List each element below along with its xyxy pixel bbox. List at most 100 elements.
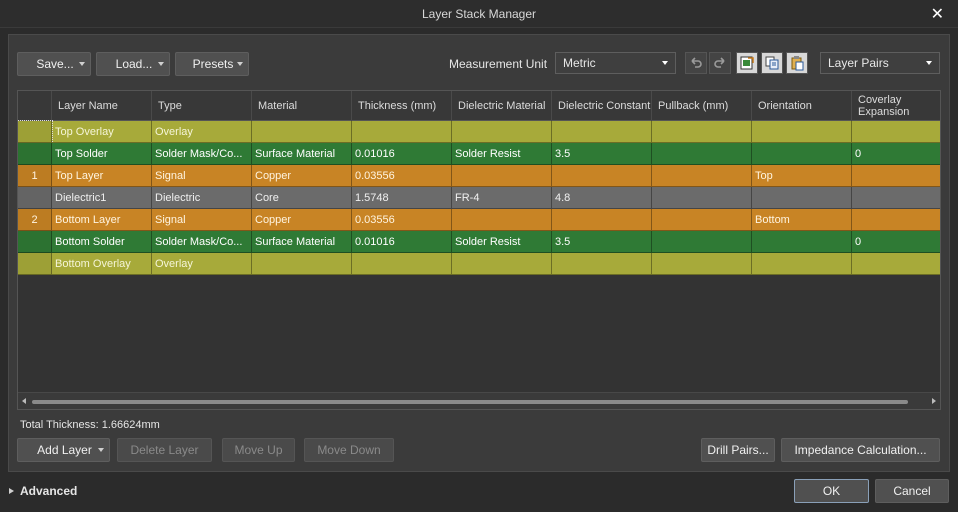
cell-coverlay-expansion[interactable] — [852, 187, 940, 209]
cell-index[interactable] — [18, 253, 52, 275]
cell-pullback[interactable] — [652, 253, 752, 275]
cell-orientation[interactable] — [752, 187, 852, 209]
column-header-material[interactable]: Material — [252, 91, 352, 121]
table-row[interactable]: Top Overlay Overlay — [18, 120, 940, 144]
cell-dielectric-material[interactable] — [452, 121, 552, 143]
cell-pullback[interactable] — [652, 121, 752, 143]
cell-thickness[interactable]: 0.03556 — [352, 165, 452, 187]
cell-material[interactable]: Surface Material — [252, 231, 352, 253]
drill-pairs-button[interactable]: Drill Pairs... — [701, 438, 775, 462]
cell-index[interactable] — [18, 143, 52, 165]
table-row[interactable]: Bottom Solder Solder Mask/Co... Surface Ma… — [18, 231, 940, 253]
cell-index[interactable]: 2 — [18, 209, 52, 231]
cell-orientation[interactable]: Bottom — [752, 209, 852, 231]
cell-thickness[interactable]: 0.01016 — [352, 143, 452, 165]
export-icon[interactable] — [736, 52, 758, 74]
move-down-button[interactable]: Move Down — [304, 438, 394, 462]
table-row[interactable]: Top Solder Solder Mask/Co... Surface Mater… — [18, 143, 940, 165]
cell-dielectric-constant[interactable] — [552, 209, 652, 231]
cell-thickness[interactable] — [352, 121, 452, 143]
ok-button[interactable]: OK — [794, 479, 869, 503]
cell-thickness[interactable]: 1.5748 — [352, 187, 452, 209]
cell-pullback[interactable] — [652, 143, 752, 165]
close-icon[interactable]: ✕ — [931, 4, 944, 24]
cell-orientation[interactable] — [752, 121, 852, 143]
cell-material[interactable] — [252, 253, 352, 275]
paste-icon[interactable] — [786, 52, 808, 74]
column-header-coverlay-expansion[interactable]: Coverlay Expansion — [852, 91, 940, 121]
cell-pullback[interactable] — [652, 209, 752, 231]
column-header-dielectric-constant[interactable]: Dielectric Constant — [552, 91, 652, 121]
cell-index[interactable] — [18, 187, 52, 209]
view-mode-select[interactable]: Layer Pairs — [820, 52, 940, 74]
column-header-thickness[interactable]: Thickness (mm) — [352, 91, 452, 121]
cell-orientation[interactable]: Top — [752, 165, 852, 187]
cell-coverlay-expansion[interactable] — [852, 121, 940, 143]
column-header-type[interactable]: Type — [152, 91, 252, 121]
cell-coverlay-expansion[interactable]: 0 — [852, 143, 940, 165]
cell-layer-name[interactable]: Top Overlay — [52, 121, 152, 143]
cell-dielectric-material[interactable] — [452, 253, 552, 275]
cell-layer-name[interactable]: Dielectric1 — [52, 187, 152, 209]
cell-index[interactable]: 1 — [18, 165, 52, 187]
cell-type[interactable]: Overlay — [152, 121, 252, 143]
cell-coverlay-expansion[interactable] — [852, 209, 940, 231]
horizontal-scrollbar[interactable] — [18, 392, 940, 409]
scroll-right-icon[interactable] — [932, 398, 936, 404]
cell-orientation[interactable] — [752, 143, 852, 165]
table-row[interactable]: 2 Bottom Layer Signal Copper 0.03556 Bottom — [18, 209, 940, 231]
cell-dielectric-constant[interactable]: 3.5 — [552, 231, 652, 253]
cell-thickness[interactable] — [352, 253, 452, 275]
cell-type[interactable]: Signal — [152, 165, 252, 187]
table-row[interactable]: 1 Top Layer Signal Copper 0.03556 Top — [18, 165, 940, 187]
layer-stack-table[interactable]: Layer Name Type Material Thickness (mm) … — [17, 90, 941, 410]
cell-dielectric-constant[interactable] — [552, 165, 652, 187]
cell-material[interactable] — [252, 121, 352, 143]
cell-coverlay-expansion[interactable]: 0 — [852, 231, 940, 253]
copy-icon[interactable] — [761, 52, 783, 74]
cell-dielectric-constant[interactable] — [552, 253, 652, 275]
move-up-button[interactable]: Move Up — [222, 438, 295, 462]
cell-dielectric-material[interactable]: FR-4 — [452, 187, 552, 209]
cell-pullback[interactable] — [652, 231, 752, 253]
undo-icon[interactable] — [685, 52, 707, 74]
cell-index[interactable] — [18, 120, 53, 144]
cell-orientation[interactable] — [752, 253, 852, 275]
column-header-layer-name[interactable]: Layer Name — [52, 91, 152, 121]
impedance-calculation-button[interactable]: Impedance Calculation... — [781, 438, 940, 462]
cell-dielectric-material[interactable]: Solder Resist — [452, 231, 552, 253]
cell-dielectric-material[interactable] — [452, 165, 552, 187]
cell-material[interactable]: Copper — [252, 165, 352, 187]
cancel-button[interactable]: Cancel — [875, 479, 949, 503]
cell-dielectric-constant[interactable] — [552, 121, 652, 143]
cell-coverlay-expansion[interactable] — [852, 253, 940, 275]
cell-orientation[interactable] — [752, 231, 852, 253]
add-layer-button[interactable]: Add Layer — [17, 438, 110, 462]
column-header-dielectric-material[interactable]: Dielectric Material — [452, 91, 552, 121]
cell-layer-name[interactable]: Bottom Layer — [52, 209, 152, 231]
measurement-unit-select[interactable]: Metric — [555, 52, 676, 74]
cell-dielectric-constant[interactable]: 4.8 — [552, 187, 652, 209]
cell-dielectric-material[interactable]: Solder Resist — [452, 143, 552, 165]
cell-type[interactable]: Solder Mask/Co... — [152, 231, 252, 253]
cell-material[interactable]: Surface Material — [252, 143, 352, 165]
redo-icon[interactable] — [709, 52, 731, 74]
column-header-pullback[interactable]: Pullback (mm) — [652, 91, 752, 121]
save-button[interactable]: Save... — [17, 52, 91, 76]
scroll-left-icon[interactable] — [22, 398, 26, 404]
table-row[interactable]: Bottom Overlay Overlay — [18, 253, 940, 275]
cell-pullback[interactable] — [652, 187, 752, 209]
cell-type[interactable]: Solder Mask/Co... — [152, 143, 252, 165]
cell-type[interactable]: Signal — [152, 209, 252, 231]
cell-type[interactable]: Overlay — [152, 253, 252, 275]
advanced-toggle[interactable]: Advanced — [9, 484, 77, 498]
cell-layer-name[interactable]: Top Layer — [52, 165, 152, 187]
column-header-orientation[interactable]: Orientation — [752, 91, 852, 121]
cell-material[interactable]: Copper — [252, 209, 352, 231]
cell-dielectric-constant[interactable]: 3.5 — [552, 143, 652, 165]
cell-coverlay-expansion[interactable] — [852, 165, 940, 187]
cell-type[interactable]: Dielectric — [152, 187, 252, 209]
delete-layer-button[interactable]: Delete Layer — [117, 438, 212, 462]
load-button[interactable]: Load... — [96, 52, 170, 76]
cell-thickness[interactable]: 0.03556 — [352, 209, 452, 231]
